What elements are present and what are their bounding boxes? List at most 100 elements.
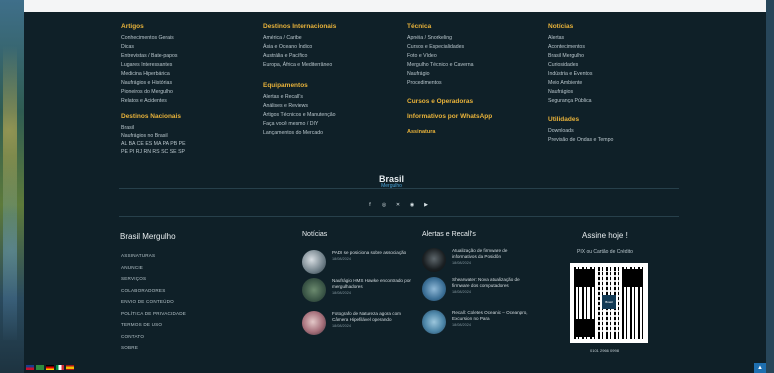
alert-item[interactable]: Atualização de firmware de informativos … (422, 248, 532, 272)
news-thumbnail (302, 250, 326, 274)
menu-item-envio-conteudo[interactable]: ENVIO DE CONTEÚDO (121, 296, 186, 308)
whatsapp-icon[interactable]: ◉ (409, 202, 415, 208)
footer-link-states[interactable]: PE PI RJ RN RS SC SE SP (121, 148, 186, 156)
flag-icon[interactable] (56, 365, 64, 370)
menu-item-assinaturas[interactable]: ASSINATURAS (121, 250, 186, 262)
scrollbar-track[interactable] (766, 0, 774, 373)
alert-item-date: 18/08/2024 (452, 323, 472, 327)
alert-item-title: Recall: Coletes Oceanic – Oceanpro, Excu… (452, 310, 528, 321)
footer-link[interactable]: Ásia e Oceano Índico (263, 43, 336, 52)
footer-link[interactable]: Lançamentos do Mercado (263, 129, 336, 138)
footer-link[interactable]: Dicas (121, 43, 186, 52)
footer-link[interactable]: Previsão de Ondas e Tempo (548, 136, 613, 145)
menu-item-servicos[interactable]: SERVIÇOS (121, 273, 186, 285)
site-footer: Artigos Conhecimentos Gerais Dicas Entre… (24, 12, 766, 373)
alert-thumbnail (422, 310, 446, 334)
footer-link[interactable]: Downloads (548, 127, 613, 136)
alert-item-title: Atualização de firmware de informativos … (452, 248, 508, 259)
column-title-destinos-nacionais: Destinos Nacionais (121, 113, 181, 120)
alert-item-date: 18/08/2024 (452, 290, 472, 294)
qr-pattern: Brasil (574, 267, 644, 339)
news-item-date: 18/08/2024 (332, 257, 352, 261)
footer-link[interactable]: Entrevistas / Bate-papos (121, 52, 186, 61)
column-title-tecnica: Técnica (407, 23, 432, 30)
column-title-noticias: Notícias (548, 23, 574, 30)
footer-link[interactable]: Indústria e Eventos (548, 70, 613, 79)
flag-icon[interactable] (66, 365, 74, 370)
footer-link[interactable]: Meio Ambiente (548, 79, 613, 88)
footer-link[interactable]: Relatos e Acidentes (121, 97, 186, 106)
footer-link[interactable]: Conhecimentos Gerais (121, 34, 186, 43)
news-item[interactable]: PADI se posiciona sobre associação 18/08… (302, 250, 412, 274)
language-flags (26, 365, 74, 370)
footer-link[interactable]: América / Caribe (263, 34, 336, 43)
news-item-title: Fotografo de Natureza agora com Câmera H… (332, 311, 401, 322)
news-item[interactable]: Naufrágio HMS Hawke encontrado por mergu… (302, 278, 412, 302)
news-thumbnail (302, 311, 326, 335)
footer-link[interactable]: Europa, África e Mediterrâneo (263, 61, 336, 70)
menu-item-sobre[interactable]: SOBRE (121, 342, 186, 354)
alert-item[interactable]: Shearwater: Nova atualização de firmware… (422, 277, 532, 301)
social-icons: f ◎ ✕ ◉ ▶ (367, 202, 429, 208)
footer-link[interactable]: Segurança Pública (548, 97, 613, 106)
footer-link[interactable]: Foto e Vídeo (407, 52, 492, 61)
menu-item-termos-uso[interactable]: TERMOS DE USO (121, 319, 186, 331)
background-photo-strip (0, 0, 24, 373)
subscribe-title: Assine hoje ! (582, 231, 628, 240)
footer-link[interactable]: Alertas e Recall's (263, 93, 336, 102)
column-title-destinos-internacionais: Destinos Internacionais (263, 23, 337, 30)
footer-link[interactable]: Procedimentos (407, 79, 492, 88)
footer-divider (119, 216, 679, 217)
brand-logo[interactable]: Brasil Mergulho (379, 174, 404, 189)
footer-link[interactable]: Alertas (548, 34, 613, 43)
news-item[interactable]: Fotografo de Natureza agora com Câmera H… (302, 311, 412, 335)
footer-link[interactable]: Brasil Mergulho (548, 52, 613, 61)
footer-link[interactable]: Faça você mesmo / DIY (263, 120, 336, 129)
column-title-assinatura[interactable]: Assinatura (407, 129, 492, 135)
flag-icon[interactable] (36, 365, 44, 370)
flag-icon[interactable] (46, 365, 54, 370)
facebook-icon[interactable]: f (367, 202, 373, 208)
alert-thumbnail (422, 277, 446, 301)
footer-divider (119, 188, 679, 189)
news-item-title: PADI se posiciona sobre associação (332, 250, 407, 255)
footer-link[interactable]: Acontecimentos (548, 43, 613, 52)
footer-link[interactable]: Brasil (121, 124, 186, 132)
footer-link[interactable]: Medicina Hiperbárica (121, 70, 186, 79)
footer-link[interactable]: Artigos Técnicos e Manutenção (263, 111, 336, 120)
footer-column-noticias: Notícias Alertas Acontecimentos Brasil M… (548, 23, 613, 145)
menu-item-politica-privacidade[interactable]: POLÍTICA DE PRIVACIDADE (121, 308, 186, 320)
footer-link[interactable]: Cursos e Especialidades (407, 43, 492, 52)
subscribe-qr-code[interactable]: Brasil (570, 263, 648, 343)
youtube-icon[interactable]: ▶ (423, 202, 429, 208)
column-title-cursos[interactable]: Cursos e Operadoras (407, 98, 492, 105)
footer-link[interactable]: Naufrágios e Histórias (121, 79, 186, 88)
footer-column-destinos-internacionais: Destinos Internacionais América / Caribe… (263, 23, 336, 138)
footer-link[interactable]: Curiosidades (548, 61, 613, 70)
footer-link[interactable]: Lugares Interessantes (121, 61, 186, 70)
footer-link[interactable]: Naufrágio (407, 70, 492, 79)
news-item-date: 18/08/2024 (332, 324, 352, 328)
flag-icon[interactable] (26, 365, 34, 370)
qr-logo: Brasil (602, 295, 616, 309)
footer-link[interactable]: Mergulho Técnico e Caverna (407, 61, 492, 70)
footer-link[interactable]: Naufrágios (548, 88, 613, 97)
x-icon[interactable]: ✕ (395, 202, 401, 208)
news-item-title: Naufrágio HMS Hawke encontrado por mergu… (332, 278, 411, 289)
menu-item-anuncie[interactable]: ANUNCIE (121, 262, 186, 274)
menu-item-contato[interactable]: CONTATO (121, 331, 186, 343)
top-white-bar (24, 0, 766, 12)
alerts-title: Alertas e Recall's (422, 231, 476, 238)
footer-link[interactable]: Pioneiros do Mergulho (121, 88, 186, 97)
alert-item[interactable]: Recall: Coletes Oceanic – Oceanpro, Excu… (422, 310, 532, 334)
menu-item-colaboradores[interactable]: COLABORADORES (121, 285, 186, 297)
scroll-to-top-button[interactable]: ▲ (754, 363, 766, 373)
footer-link[interactable]: Apnéia / Snorkeling (407, 34, 492, 43)
footer-link-states[interactable]: AL BA CE ES MA PA PB PE (121, 140, 186, 148)
column-title-whatsapp[interactable]: Informativos por WhatsApp (407, 113, 492, 120)
instagram-icon[interactable]: ◎ (381, 202, 387, 208)
column-title-artigos: Artigos (121, 23, 144, 30)
footer-link[interactable]: Austrália e Pacífico (263, 52, 336, 61)
footer-link[interactable]: Análises e Reviews (263, 102, 336, 111)
footer-link[interactable]: Naufrágios no Brasil (121, 132, 186, 140)
